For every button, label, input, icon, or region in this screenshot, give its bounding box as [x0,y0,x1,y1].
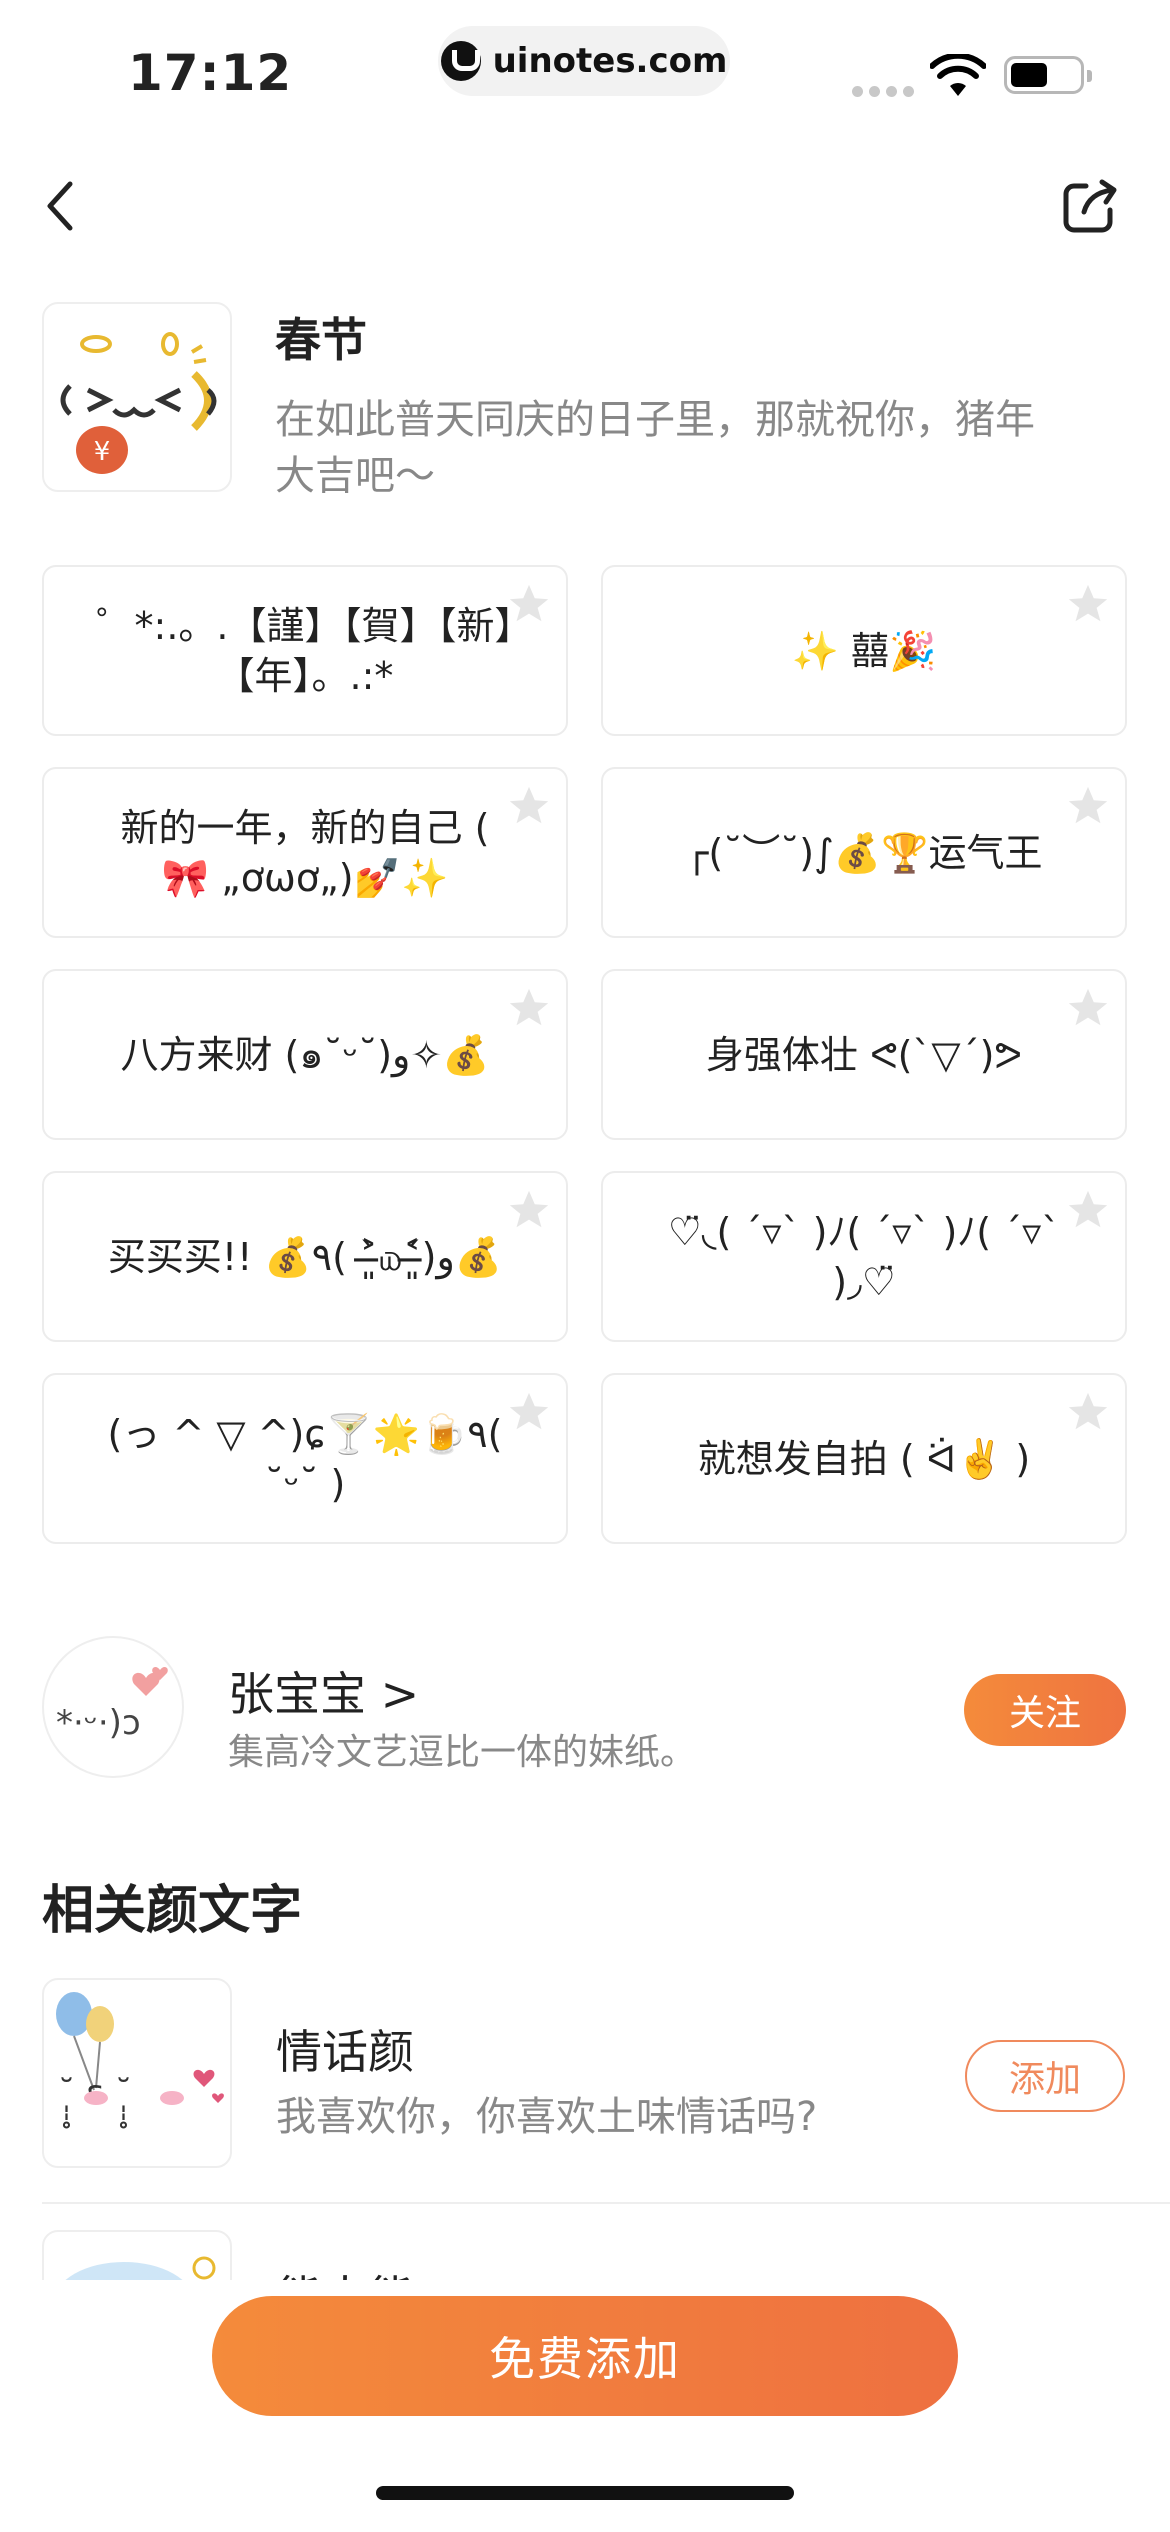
emoticon-text: 新的一年，新的自己 ( 🎀 „ơωơ„)💅✨ [120,805,490,900]
pack-thumbnail-art: ¥ [60,332,217,474]
emoticon-card[interactable]: 买买买!! 💰٩( ˃̶͈̀௰˂̶͈́)و💰 [42,1171,568,1342]
status-bar: 17:12 uinotes.com [0,0,1170,140]
pack-description: 在如此普天同庆的日子里，那就祝你，猪年大吉吧～ [275,397,1035,499]
svg-text:*·ᵕ·)ɔ: *·ᵕ·)ɔ [56,1703,141,1743]
favorite-star-icon[interactable] [506,581,552,627]
emoticon-card[interactable]: 八方来财 (๑˘ᵕ˘)و✧💰 [42,969,568,1140]
pack-thumbnail: ¥ [42,302,232,492]
related-thumbnail-art: ˘̩̩̥ ε ˘̩̩̥ [56,1992,224,2128]
author-avatar[interactable]: *·ᵕ·)ɔ [42,1636,184,1778]
author-name-row[interactable]: 张宝宝 > [228,1658,419,1724]
home-indicator [376,2486,794,2500]
favorite-star-icon[interactable] [506,1187,552,1233]
cellular-signal-icon [852,86,914,97]
emoticon-text: ✨ 囍🎉 [791,628,937,673]
url-pill[interactable]: uinotes.com [438,26,730,96]
favorite-star-icon[interactable] [1065,1389,1111,1435]
author-bio: 集高冷文艺逗比一体的妹纸。 [228,1732,697,1773]
emoticon-text: 身强体壮 ᕙ(`▽´)ᕗ [705,1032,1023,1077]
wifi-icon [930,54,986,96]
pack-title: 春节 [275,313,367,367]
favorite-star-icon[interactable] [1065,783,1111,829]
free-add-button[interactable]: 免费添加 [212,2296,958,2416]
status-time: 17:12 [128,44,293,102]
emoticon-text: 八方来财 (๑˘ᵕ˘)و✧💰 [120,1032,490,1077]
battery-icon [1004,56,1092,94]
related-heading: 相关颜文字 [42,1881,303,1941]
emoticon-card[interactable]: ┌(˘︶˘)∫💰🏆运气王 [601,767,1127,938]
battery-level [1011,63,1047,87]
emoticon-card[interactable]: ゜*:.。.【謹】【賀】【新】【年】。.:* [42,565,568,736]
author-name: 张宝宝 [228,1667,366,1721]
author-chevron-icon: > [380,1667,420,1721]
favorite-star-icon[interactable] [506,1389,552,1435]
url-text: uinotes.com [492,41,728,81]
emoticon-card[interactable]: 身强体壮 ᕙ(`▽´)ᕗ [601,969,1127,1140]
share-icon[interactable] [1060,176,1120,236]
emoticon-text: 就想发自拍 ( ᐛ✌️ ) [697,1436,1031,1481]
emoticon-card[interactable]: ♡̈◟( ´▿` )ﾉ( ´▿` )ﾉ( ´▿` )◞♡̈ [601,1171,1127,1342]
add-button[interactable]: 添加 [965,2040,1125,2112]
emoticon-card[interactable]: ✨ 囍🎉 [601,565,1127,736]
emoticon-text: ♡̈◟( ´▿` )ﾉ( ´▿` )ﾉ( ´▿` )◞♡̈ [667,1209,1061,1304]
favorite-star-icon[interactable] [506,783,552,829]
emoticon-grid: ゜*:.。.【謹】【賀】【新】【年】。.:* ✨ 囍🎉 新的一年，新的自己 ( … [42,565,1127,1544]
back-chevron-icon[interactable] [36,176,88,236]
divider [42,2202,1170,2204]
favorite-star-icon[interactable] [1065,1187,1111,1233]
emoticon-text: ゜*:.。.【謹】【賀】【新】【年】。.:* [96,603,514,698]
emoticon-card[interactable]: (っ ^ ▽ ^)ɕ🍸🌟🍺٩( ˘ᵕ˘ ) [42,1373,568,1544]
page: 17:12 uinotes.com ¥ 春节 在如此普天同庆的日子里，那就祝你，… [0,0,1170,2532]
site-logo-icon [440,41,481,81]
emoticon-text: (っ ^ ▽ ^)ɕ🍸🌟🍺٩( ˘ᵕ˘ ) [107,1411,503,1506]
follow-button[interactable]: 关注 [964,1674,1126,1746]
emoticon-text: ┌(˘︶˘)∫💰🏆运气王 [685,830,1043,875]
emoticon-card[interactable]: 就想发自拍 ( ᐛ✌️ ) [601,1373,1127,1544]
related-item-title: 情话颜 [276,2025,414,2079]
author-avatar-art: *·ᵕ·)ɔ [56,1666,168,1743]
svg-text:¥: ¥ [94,437,111,467]
favorite-star-icon[interactable] [1065,985,1111,1031]
related-thumbnail[interactable]: ˘̩̩̥ ε ˘̩̩̥ [42,1978,232,2168]
related-item-description: 我喜欢你，你喜欢土味情话吗? [276,2094,818,2140]
emoticon-card[interactable]: 新的一年，新的自己 ( 🎀 „ơωơ„)💅✨ [42,767,568,938]
emoticon-text: 买买买!! 💰٩( ˃̶͈̀௰˂̶͈́)و💰 [107,1234,503,1279]
favorite-star-icon[interactable] [506,985,552,1031]
favorite-star-icon[interactable] [1065,581,1111,627]
